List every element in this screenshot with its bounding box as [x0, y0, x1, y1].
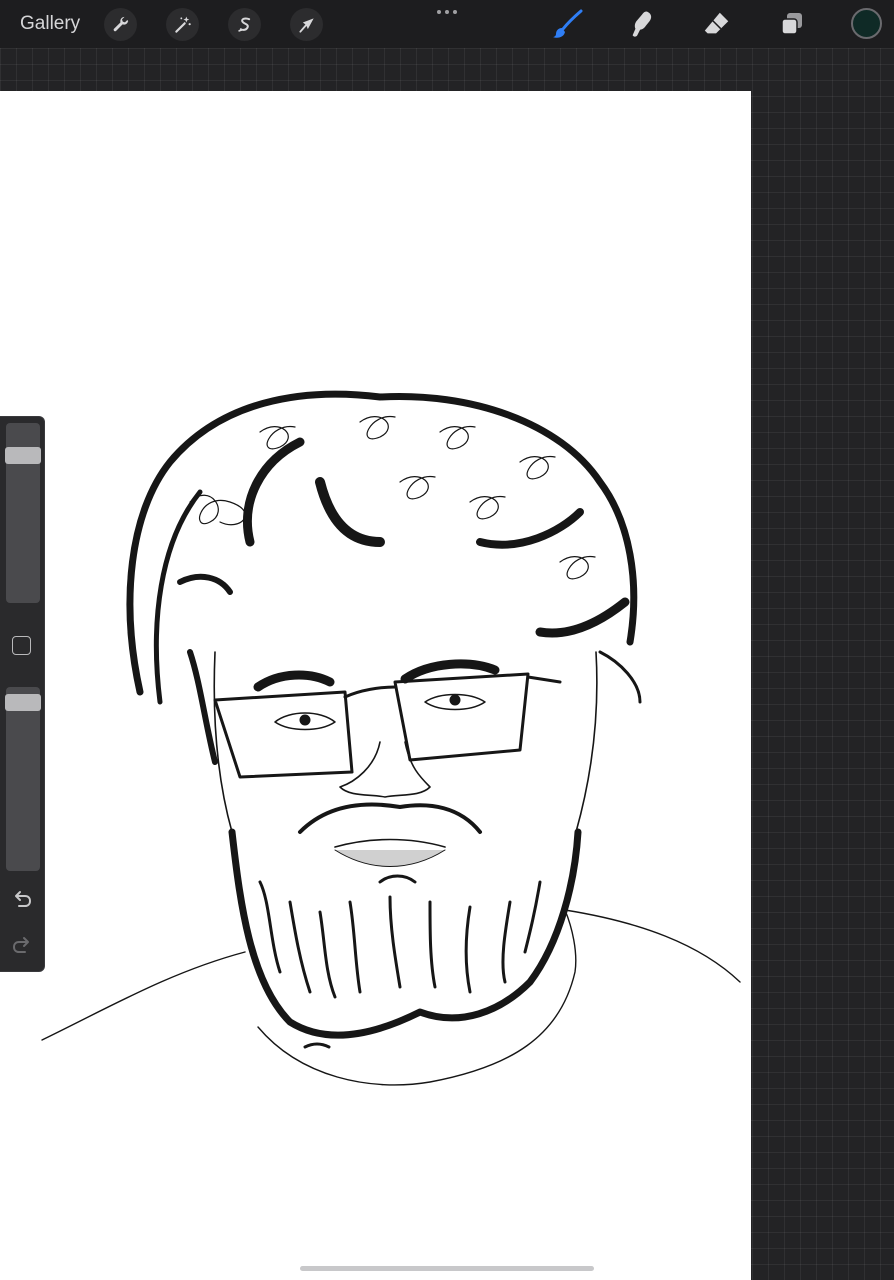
- portrait-sketch: [41, 390, 741, 1086]
- smudge-tool-button[interactable]: [625, 7, 659, 41]
- brush-icon: [553, 9, 583, 38]
- color-picker-button[interactable]: [851, 8, 882, 39]
- selection-button[interactable]: [228, 8, 261, 41]
- left-sidebar: [0, 416, 45, 972]
- selection-icon: [237, 17, 250, 32]
- brush-tool-button[interactable]: [551, 7, 585, 41]
- brush-size-thumb[interactable]: [5, 447, 41, 465]
- opacity-thumb[interactable]: [5, 693, 41, 711]
- adjustments-button[interactable]: [166, 8, 199, 41]
- dot-icon: [445, 10, 449, 14]
- layers-button[interactable]: [775, 7, 809, 41]
- more-options-dots[interactable]: [434, 4, 460, 20]
- magic-wand-icon: [174, 16, 191, 33]
- actions-button[interactable]: [104, 8, 137, 41]
- smudge-icon: [632, 11, 652, 37]
- drawing-canvas[interactable]: [0, 91, 751, 1280]
- opacity-slider[interactable]: [5, 687, 41, 871]
- gallery-button[interactable]: Gallery: [20, 13, 80, 35]
- eraser-tool-button[interactable]: [700, 7, 734, 41]
- wrench-icon: [113, 16, 128, 31]
- transform-button[interactable]: [290, 8, 323, 41]
- modify-square-button[interactable]: [12, 636, 31, 655]
- layers-icon: [781, 13, 802, 35]
- top-toolbar: Gallery: [0, 0, 894, 48]
- transform-arrow-icon: [298, 17, 314, 33]
- brush-size-slider[interactable]: [5, 423, 41, 603]
- redo-icon[interactable]: [10, 933, 34, 957]
- eraser-icon: [704, 12, 729, 34]
- undo-icon[interactable]: [10, 887, 34, 911]
- dot-icon: [453, 10, 457, 14]
- home-indicator[interactable]: [300, 1266, 594, 1271]
- dot-icon: [437, 10, 441, 14]
